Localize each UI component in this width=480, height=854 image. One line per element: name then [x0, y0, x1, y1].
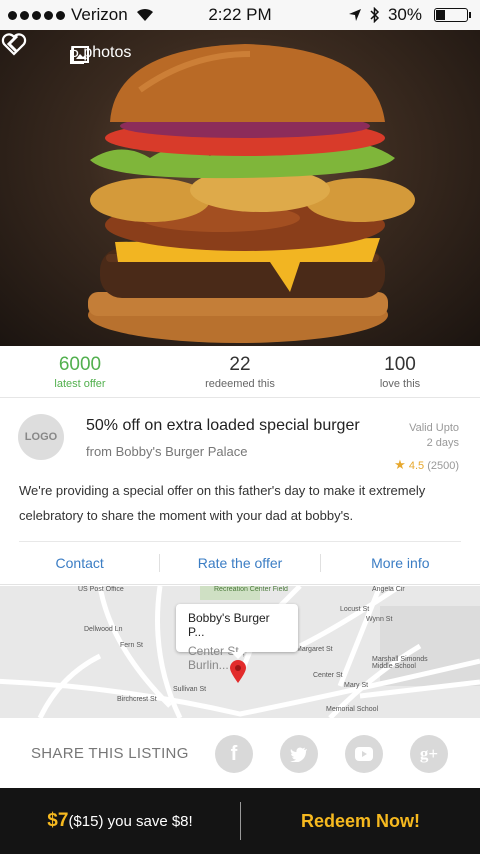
youtube-icon[interactable]: [345, 735, 383, 773]
burger-illustration: [88, 44, 415, 343]
image-icon: [70, 46, 89, 64]
map-label: Birchcrest St: [117, 696, 157, 703]
share-section: SHARE THIS LISTING f g+: [0, 718, 480, 788]
savings-text: ($15) you save $8!: [68, 812, 193, 830]
stat-love: 100 love this: [320, 346, 480, 397]
photos-count[interactable]: 5 photos: [70, 44, 131, 64]
redeem-now-button[interactable]: Redeem Now!: [241, 788, 480, 854]
star-icon: ★: [394, 457, 406, 472]
stat-value: 22: [229, 354, 251, 375]
price-summary: $7 ($15) you save $8!: [0, 788, 240, 854]
stat-label: redeemed this: [205, 378, 275, 390]
stat-label: latest offer: [54, 378, 106, 390]
offer-card: LOGO 50% off on extra loaded special bur…: [0, 399, 480, 585]
map-label: Recreation Center Field: [214, 586, 288, 593]
rating-score: 4.5: [408, 460, 425, 472]
share-title: SHARE THIS LISTING: [31, 745, 189, 762]
map-label: Mary St: [344, 682, 369, 689]
bluetooth-icon: [370, 7, 380, 23]
map-label: Locust St: [340, 606, 370, 613]
rating: ★ 4.5 (2500): [394, 457, 459, 473]
status-right: 30%: [348, 5, 471, 25]
rating-count: (2500): [427, 460, 459, 472]
location-arrow-icon: [348, 9, 361, 21]
validity: Valid Upto 2 days: [389, 421, 459, 451]
status-bar: Verizon 2:22 PM 30%: [0, 0, 480, 30]
map-label: Margaret St: [296, 646, 333, 653]
map-label: Wynn St: [366, 616, 393, 623]
google-plus-icon[interactable]: g+: [410, 735, 448, 773]
stat-value: 6000: [58, 354, 102, 375]
wifi-icon: [136, 8, 153, 21]
location-map[interactable]: US Post Office Recreation Center Field M…: [0, 586, 480, 718]
stat-latest-offer: 6000 latest offer: [0, 346, 160, 397]
merchant-logo: LOGO: [18, 414, 64, 460]
stat-redeemed: 22 redeemed this: [160, 346, 320, 397]
stats-row: 6000 latest offer 22 redeemed this 100 l…: [0, 346, 480, 398]
rate-offer-link[interactable]: Rate the offer: [160, 555, 319, 571]
facebook-icon[interactable]: f: [215, 735, 253, 773]
place-name: Bobby's Burger P...: [188, 611, 270, 639]
map-label: Sullivan St: [173, 686, 207, 693]
valid-label: Valid Upto: [409, 422, 459, 434]
map-label: Fern St: [120, 642, 143, 649]
battery-icon: [434, 8, 471, 22]
battery-percent: 30%: [387, 5, 422, 24]
stat-value: 100: [384, 354, 416, 375]
map-pin-icon[interactable]: [229, 660, 247, 684]
offer-detail-screen: Verizon 2:22 PM 30% 5 photos 6000 latest…: [0, 0, 480, 854]
map-info-window[interactable]: Bobby's Burger P... Center St., Burlin..…: [176, 604, 298, 672]
offer-actions: Contact Rate the offer More info: [0, 551, 480, 575]
map-label: Center St: [313, 672, 343, 679]
divider: [19, 541, 461, 542]
hero-photo[interactable]: 5 photos: [0, 30, 480, 346]
map-label: Dellwood Ln: [84, 626, 123, 633]
contact-link[interactable]: Contact: [0, 555, 159, 571]
offer-description: We're providing a special offer on this …: [19, 483, 426, 523]
signal-strength-icon: [8, 10, 65, 20]
valid-value: 2 days: [426, 437, 459, 449]
twitter-icon[interactable]: [280, 735, 318, 773]
deal-price: $7: [47, 810, 69, 831]
map-label: Marshall Simonds Middle School: [372, 656, 428, 670]
bottom-bar: $7 ($15) you save $8! Redeem Now!: [0, 788, 480, 854]
stat-label: love this: [379, 378, 421, 390]
map-label: Memorial School: [326, 706, 379, 713]
map-label: US Post Office: [78, 586, 124, 593]
more-info-link[interactable]: More info: [321, 555, 480, 571]
heart-outline-icon[interactable]: [0, 30, 28, 58]
carrier-name: Verizon: [71, 5, 128, 24]
map-label: Angela Cir: [372, 586, 405, 593]
offer-title: 50% off on extra loaded special burger: [86, 417, 360, 434]
merchant-name[interactable]: from Bobby's Burger Palace: [86, 444, 247, 459]
